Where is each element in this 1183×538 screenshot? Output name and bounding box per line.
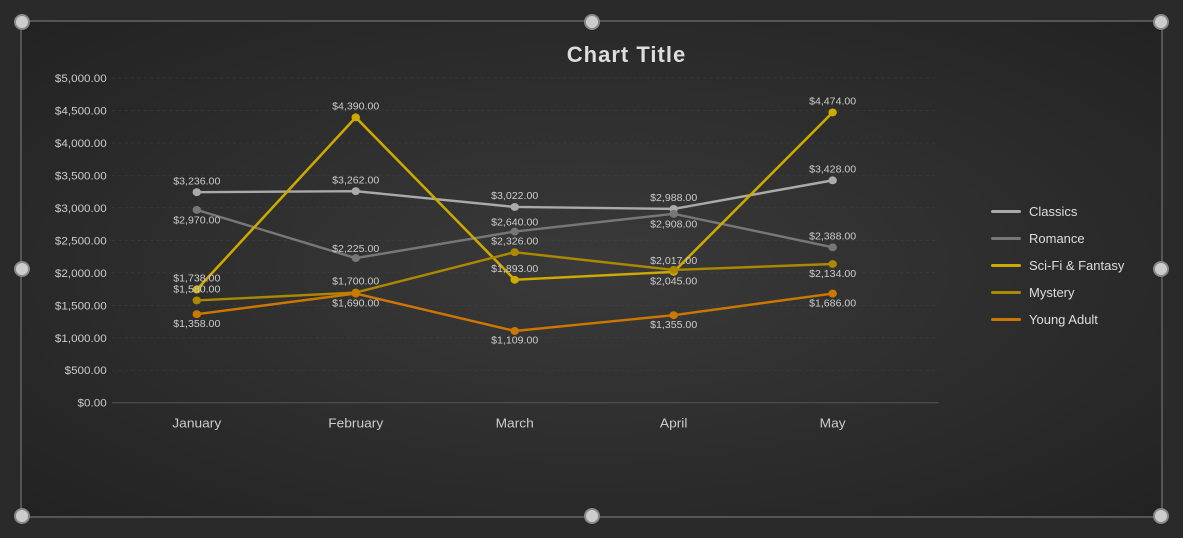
svg-text:$2,134.00: $2,134.00	[809, 269, 856, 280]
svg-text:March: March	[496, 416, 534, 430]
corner-decoration	[14, 508, 30, 524]
svg-text:$1,358.00: $1,358.00	[173, 319, 220, 330]
classics-point	[352, 187, 360, 195]
svg-text:$2,908.00: $2,908.00	[650, 220, 697, 231]
svg-text:May: May	[820, 416, 846, 430]
svg-text:February: February	[328, 416, 383, 430]
svg-text:$1,690.00: $1,690.00	[332, 299, 379, 310]
svg-text:$3,500.00: $3,500.00	[55, 171, 107, 183]
legend-scifi: Sci-Fi & Fantasy	[991, 258, 1141, 273]
svg-text:$2,988.00: $2,988.00	[650, 193, 697, 204]
corner-decoration	[1153, 261, 1169, 277]
scifi-point	[352, 113, 360, 121]
scifi-legend-label: Sci-Fi & Fantasy	[1029, 258, 1124, 273]
youngadult-legend-label: Young Adult	[1029, 312, 1098, 327]
svg-text:$4,000.00: $4,000.00	[55, 138, 107, 150]
svg-text:$5,000.00: $5,000.00	[55, 73, 107, 85]
svg-text:$1,686.00: $1,686.00	[809, 299, 856, 310]
romance-point	[193, 206, 201, 214]
legend-classics: Classics	[991, 204, 1141, 219]
svg-text:$1,109.00: $1,109.00	[491, 336, 538, 347]
classics-point	[510, 203, 518, 211]
chart-legend: Classics Romance Sci-Fi & Fantasy Myster…	[981, 78, 1141, 452]
svg-text:$1,000.00: $1,000.00	[55, 333, 107, 345]
corner-decoration	[14, 261, 30, 277]
corner-decoration	[1153, 508, 1169, 524]
romance-legend-label: Romance	[1029, 231, 1085, 246]
mystery-point	[510, 248, 518, 256]
chart-container: Chart Title	[20, 20, 1163, 518]
classics-point	[828, 176, 836, 184]
svg-text:$4,500.00: $4,500.00	[55, 106, 107, 118]
svg-text:$4,474.00: $4,474.00	[809, 97, 856, 108]
classics-legend-label: Classics	[1029, 204, 1077, 219]
svg-text:$2,970.00: $2,970.00	[173, 216, 220, 227]
youngadult-point	[669, 311, 677, 319]
corner-decoration	[584, 14, 600, 30]
svg-text:$2,500.00: $2,500.00	[55, 236, 107, 248]
corner-decoration	[584, 508, 600, 524]
romance-legend-line	[991, 237, 1021, 240]
svg-text:$500.00: $500.00	[65, 366, 107, 378]
mystery-point	[669, 266, 677, 274]
chart-title: Chart Title	[112, 42, 1141, 68]
svg-text:$4,390.00: $4,390.00	[332, 102, 379, 113]
svg-text:$2,388.00: $2,388.00	[809, 232, 856, 243]
svg-text:April: April	[660, 416, 688, 430]
svg-text:$1,580.00: $1,580.00	[173, 285, 220, 296]
chart-plot-area: $0.00 $500.00 $1,000.00 $1,500.00 $2,000…	[112, 78, 981, 452]
youngadult-point	[828, 290, 836, 298]
svg-text:$0.00: $0.00	[78, 398, 107, 410]
svg-text:$1,893.00: $1,893.00	[491, 264, 538, 275]
scifi-legend-line	[991, 264, 1021, 267]
svg-text:$2,326.00: $2,326.00	[491, 237, 538, 248]
svg-text:$2,225.00: $2,225.00	[332, 245, 379, 256]
mystery-legend-label: Mystery	[1029, 285, 1075, 300]
svg-text:$3,236.00: $3,236.00	[173, 177, 220, 188]
svg-text:$1,738.00: $1,738.00	[173, 274, 220, 285]
scifi-point	[510, 276, 518, 284]
romance-point	[352, 254, 360, 262]
mystery-point	[828, 260, 836, 268]
svg-text:$3,262.00: $3,262.00	[332, 176, 379, 187]
svg-text:$3,000.00: $3,000.00	[55, 203, 107, 215]
chart-svg: $0.00 $500.00 $1,000.00 $1,500.00 $2,000…	[112, 78, 981, 452]
svg-text:$2,017.00: $2,017.00	[650, 256, 697, 267]
romance-point	[669, 210, 677, 218]
svg-text:$1,355.00: $1,355.00	[650, 320, 697, 331]
classics-point	[193, 188, 201, 196]
svg-text:$1,700.00: $1,700.00	[332, 277, 379, 288]
legend-romance: Romance	[991, 231, 1141, 246]
legend-mystery: Mystery	[991, 285, 1141, 300]
classics-legend-line	[991, 210, 1021, 213]
youngadult-line	[197, 294, 833, 331]
romance-point	[828, 243, 836, 251]
youngadult-legend-line	[991, 318, 1021, 321]
youngadult-point	[193, 310, 201, 318]
legend-youngadult: Young Adult	[991, 312, 1141, 327]
romance-point	[510, 228, 518, 236]
corner-decoration	[14, 14, 30, 30]
svg-text:$3,022.00: $3,022.00	[491, 191, 538, 202]
svg-text:$2,000.00: $2,000.00	[55, 268, 107, 280]
chart-body: $0.00 $500.00 $1,000.00 $1,500.00 $2,000…	[112, 78, 1141, 452]
mystery-point	[193, 296, 201, 304]
svg-text:$1,500.00: $1,500.00	[55, 301, 107, 313]
youngadult-point	[510, 327, 518, 335]
svg-text:$3,428.00: $3,428.00	[809, 165, 856, 176]
youngadult-point	[352, 290, 360, 298]
corner-decoration	[1153, 14, 1169, 30]
mystery-legend-line	[991, 291, 1021, 294]
svg-text:$2,045.00: $2,045.00	[650, 277, 697, 288]
svg-text:$2,640.00: $2,640.00	[491, 218, 538, 229]
svg-text:January: January	[172, 416, 221, 430]
scifi-point	[828, 109, 836, 117]
